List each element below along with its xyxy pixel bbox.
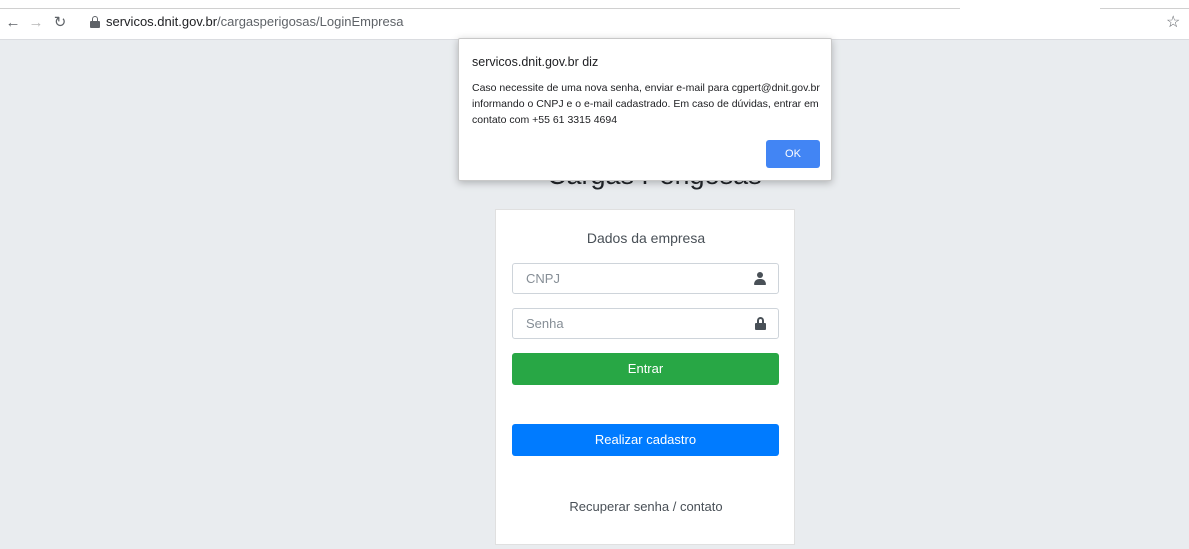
url-path: /cargasperigosas/LoginEmpresa (217, 14, 404, 29)
reload-icon[interactable]: ↻ (51, 14, 69, 32)
back-arrow-icon[interactable]: ← (4, 14, 22, 32)
user-icon (754, 272, 766, 286)
tab-strip (0, 0, 1189, 10)
padlock-icon (755, 317, 766, 330)
browser-toolbar: ← → ↻ servicos.dnit.gov.br/cargasperigos… (0, 0, 1189, 40)
dialog-message: Caso necessite de uma nova senha, enviar… (472, 82, 820, 126)
cnpj-field (512, 263, 779, 294)
senha-field (512, 308, 779, 339)
card-title: Dados da empresa (586, 230, 706, 246)
alert-dialog: servicos.dnit.gov.br diz Caso necessite … (458, 38, 832, 181)
address-bar[interactable]: servicos.dnit.gov.br/cargasperigosas/Log… (106, 14, 403, 30)
dialog-title: servicos.dnit.gov.br diz (472, 55, 599, 69)
forward-arrow-icon[interactable]: → (27, 14, 45, 32)
lock-icon[interactable] (90, 16, 100, 28)
entrar-button[interactable]: Entrar (512, 353, 779, 385)
senha-input[interactable] (513, 309, 743, 338)
star-icon[interactable]: ☆ (1166, 12, 1180, 32)
cadastro-button[interactable]: Realizar cadastro (512, 424, 779, 456)
cnpj-input[interactable] (513, 264, 743, 293)
ok-button[interactable]: OK (766, 140, 820, 168)
recover-password-link[interactable]: Recuperar senha / contato (496, 499, 796, 514)
login-card: Dados da empresa Entrar Realizar cadastr… (495, 209, 795, 545)
url-host: servicos.dnit.gov.br (106, 14, 218, 29)
